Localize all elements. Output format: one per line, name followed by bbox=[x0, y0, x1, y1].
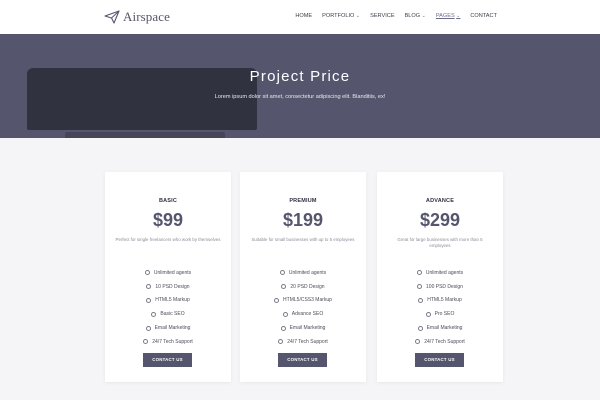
circle-icon bbox=[146, 297, 152, 303]
nav-service[interactable]: SERVICE bbox=[370, 13, 394, 19]
feature-item: Email Marketing bbox=[377, 321, 503, 335]
feature-item: Email Marketing bbox=[240, 321, 366, 335]
circle-icon bbox=[425, 311, 431, 317]
chevron-down-icon: ⌄ bbox=[421, 13, 426, 19]
feature-item: 24/7 Tech Support bbox=[377, 335, 503, 349]
circle-icon bbox=[278, 339, 284, 345]
feature-label: 24/7 Tech Support bbox=[287, 338, 328, 345]
circle-icon bbox=[281, 284, 287, 290]
brand-name: Airspace bbox=[123, 9, 170, 24]
feature-label: 24/7 Tech Support bbox=[424, 338, 465, 345]
plan-name: BASIC bbox=[158, 198, 178, 204]
feature-label: HTML5 Markup bbox=[155, 297, 190, 304]
nav-label: HOME bbox=[295, 13, 313, 19]
feature-label: HTML5/CSS3 Markup bbox=[283, 297, 332, 304]
circle-icon bbox=[417, 325, 423, 331]
paper-plane-icon bbox=[104, 10, 120, 24]
circle-icon bbox=[146, 284, 152, 290]
circle-icon bbox=[282, 311, 288, 317]
chevron-down-icon: ⌄ bbox=[456, 13, 461, 19]
circle-icon bbox=[151, 311, 157, 317]
feature-item: Unlimited agents bbox=[105, 266, 231, 280]
feature-item: Unlimited agents bbox=[240, 266, 366, 280]
feature-item: 24/7 Tech Support bbox=[105, 335, 231, 349]
circle-icon bbox=[274, 297, 280, 303]
feature-item: Unlimited agents bbox=[377, 266, 503, 280]
site-header: Airspace HOME PORTFOLIO ⌄ SERVICE BLOG ⌄ P… bbox=[0, 0, 600, 34]
feature-label: Unlimited agents bbox=[425, 269, 464, 276]
nav-portfolio[interactable]: PORTFOLIO ⌄ bbox=[322, 13, 360, 19]
plan-price: $199 bbox=[282, 210, 324, 230]
feature-item: 10 PSD Design bbox=[105, 280, 231, 294]
feature-label: 20 PSD Design bbox=[290, 283, 325, 290]
feature-item: Advance SEO bbox=[240, 307, 366, 321]
nav-label: PAGES bbox=[435, 13, 455, 19]
pricing-card-premium: PREMIUM $199 Suitable for small business… bbox=[240, 172, 366, 382]
nav-pages[interactable]: PAGES ⌄ bbox=[436, 13, 461, 19]
feature-label: Unlimited agents bbox=[288, 269, 327, 276]
feature-label: Email Marketing bbox=[426, 325, 463, 332]
circle-icon bbox=[415, 339, 421, 345]
plan-price: $299 bbox=[419, 210, 461, 230]
feature-item: 24/7 Tech Support bbox=[240, 335, 366, 349]
nav-contact[interactable]: CONTACT bbox=[470, 13, 497, 19]
feature-list: Unlimited agents 10 PSD Design HTML5 Mar… bbox=[105, 266, 231, 349]
nav-label: CONTACT bbox=[470, 13, 497, 19]
circle-icon bbox=[144, 270, 150, 276]
feature-item: Pro SEO bbox=[377, 307, 503, 321]
pricing-card-basic: BASIC $99 Perfect for single freelancers… bbox=[105, 172, 231, 382]
plan-description: Suitable for small businesses with up to… bbox=[251, 237, 355, 242]
plan-description: Great for large businesses with more tha… bbox=[397, 237, 483, 248]
circle-icon bbox=[145, 325, 151, 331]
main-nav: HOME PORTFOLIO ⌄ SERVICE BLOG ⌄ PAGES ⌄ CON… bbox=[295, 13, 497, 19]
nav-blog[interactable]: BLOG ⌄ bbox=[405, 13, 426, 19]
feature-label: 10 PSD Design bbox=[155, 283, 190, 290]
nav-label: PORTFOLIO bbox=[322, 13, 355, 19]
feature-label: Unlimited agents bbox=[153, 269, 192, 276]
pricing-card-advance: ADVANCE $299 Great for large businesses … bbox=[377, 172, 503, 382]
feature-label: HTML5 Markup bbox=[427, 297, 462, 304]
feature-label: Pro SEO bbox=[434, 311, 455, 318]
laptop-keyboard-image bbox=[65, 132, 225, 138]
hero-banner bbox=[0, 34, 600, 138]
feature-item: Basic SEO bbox=[105, 307, 231, 321]
circle-icon bbox=[280, 325, 286, 331]
contact-us-button[interactable]: CONTACT US bbox=[278, 353, 327, 367]
brand-logo[interactable]: Airspace bbox=[104, 9, 170, 25]
feature-item: Email Marketing bbox=[105, 321, 231, 335]
contact-us-button[interactable]: CONTACT US bbox=[415, 353, 464, 367]
circle-icon bbox=[143, 339, 149, 345]
feature-label: 100 PSD Design bbox=[426, 283, 463, 290]
feature-item: HTML5 Markup bbox=[105, 294, 231, 308]
nav-label: SERVICE bbox=[370, 13, 395, 19]
plan-description: Perfect for single freelancers who work … bbox=[115, 237, 221, 242]
plan-name: ADVANCE bbox=[425, 198, 455, 204]
feature-label: Basic SEO bbox=[160, 311, 185, 318]
page-title: Project Price bbox=[249, 68, 351, 85]
feature-list: Unlimited agents 20 PSD Design HTML5/CSS… bbox=[240, 266, 366, 349]
feature-item: HTML5/CSS3 Markup bbox=[240, 294, 366, 308]
page-subtitle: Lorem ipsum dolor sit amet, consectetur … bbox=[214, 94, 386, 100]
nav-home[interactable]: HOME bbox=[295, 13, 312, 19]
feature-label: Advance SEO bbox=[291, 311, 324, 318]
chevron-down-icon: ⌄ bbox=[355, 13, 361, 19]
circle-icon bbox=[418, 297, 424, 303]
feature-label: 24/7 Tech Support bbox=[152, 338, 193, 345]
circle-icon bbox=[279, 270, 285, 276]
contact-us-button[interactable]: CONTACT US bbox=[143, 353, 192, 367]
feature-item: 100 PSD Design bbox=[377, 280, 503, 294]
nav-label: BLOG bbox=[404, 13, 421, 19]
plan-price: $99 bbox=[152, 210, 184, 230]
feature-list: Unlimited agents 100 PSD Design HTML5 Ma… bbox=[377, 266, 503, 349]
feature-item: HTML5 Markup bbox=[377, 294, 503, 308]
feature-label: Email Marketing bbox=[289, 325, 326, 332]
feature-label: Email Marketing bbox=[154, 325, 191, 332]
circle-icon bbox=[416, 270, 422, 276]
feature-item: 20 PSD Design bbox=[240, 280, 366, 294]
circle-icon bbox=[417, 284, 423, 290]
plan-name: PREMIUM bbox=[289, 198, 317, 204]
